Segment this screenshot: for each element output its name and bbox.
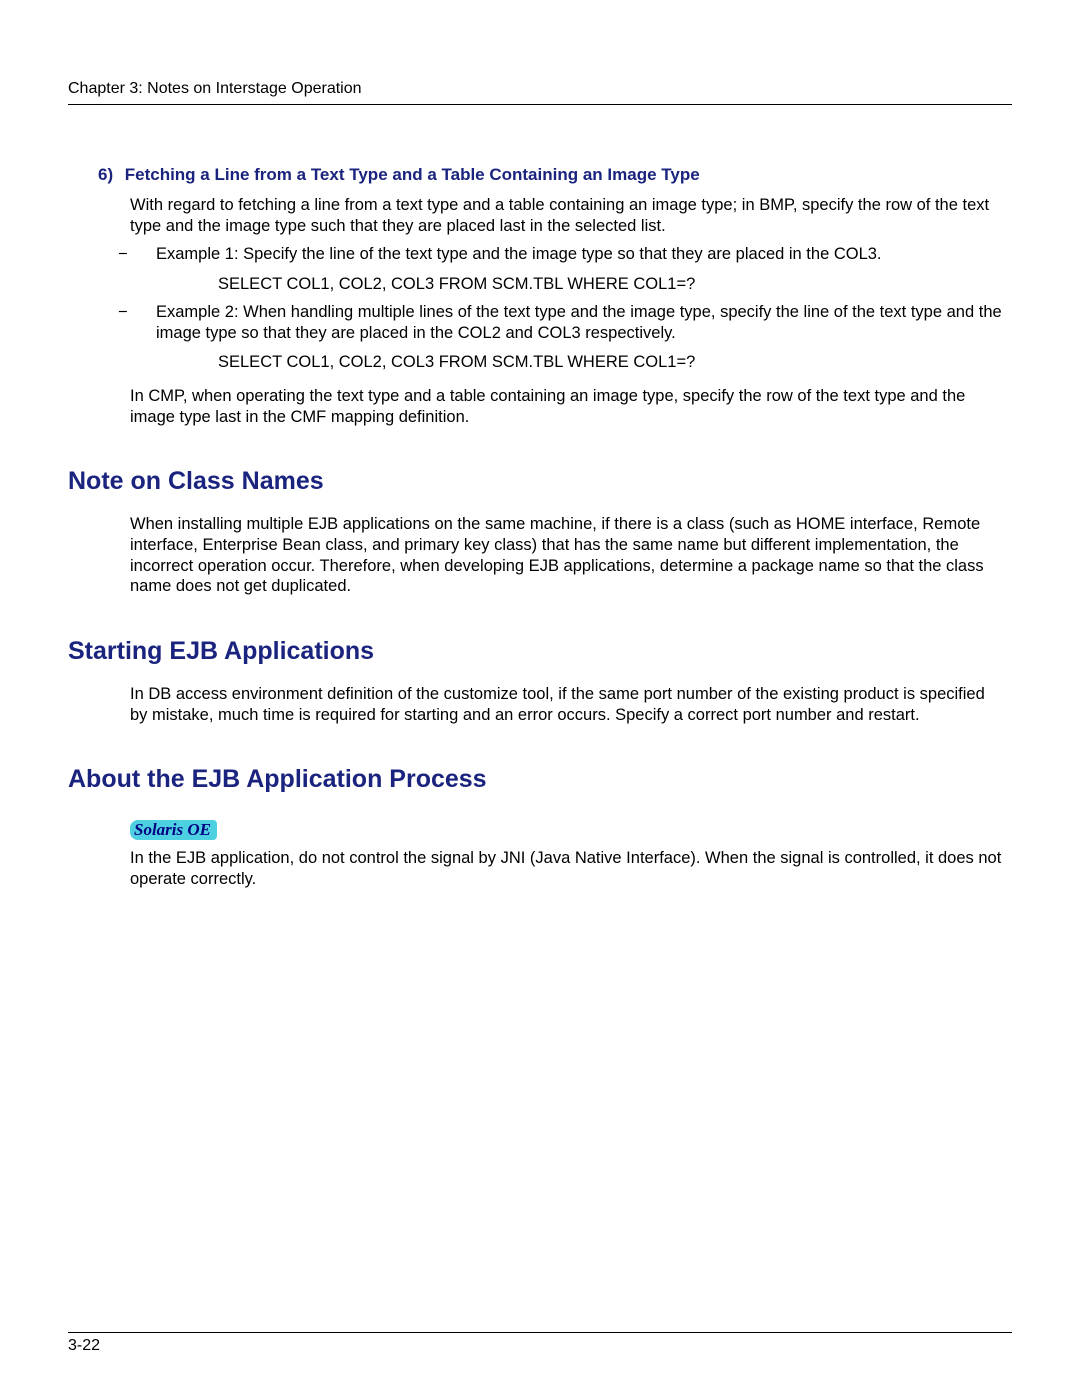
- section-6-outro: In CMP, when operating the text type and…: [130, 386, 1002, 427]
- about-ejb-heading: About the EJB Application Process: [68, 765, 1012, 794]
- section-6-intro: With regard to fetching a line from a te…: [130, 195, 1002, 236]
- example-1-code: SELECT COL1, COL2, COL3 FROM SCM.TBL WHE…: [218, 275, 1012, 294]
- starting-ejb-heading: Starting EJB Applications: [68, 637, 1012, 666]
- page-number: 3-22: [68, 1337, 100, 1355]
- about-ejb-body: In the EJB application, do not control t…: [130, 848, 1002, 889]
- note-class-heading: Note on Class Names: [68, 467, 1012, 496]
- solaris-badge: Solaris OE: [130, 820, 217, 840]
- section-6-number: 6): [98, 165, 120, 185]
- starting-ejb-body: In DB access environment definition of t…: [130, 684, 1002, 725]
- example-2-text: Example 2: When handling multiple lines …: [156, 302, 1002, 343]
- section-6-title: 6) Fetching a Line from a Text Type and …: [98, 165, 1012, 185]
- footer-rule: [68, 1332, 1012, 1333]
- example-1-text: Example 1: Specify the line of the text …: [156, 244, 882, 265]
- example-2-code: SELECT COL1, COL2, COL3 FROM SCM.TBL WHE…: [218, 353, 1012, 372]
- section-6-heading-text: Fetching a Line from a Text Type and a T…: [125, 165, 700, 184]
- dash-bullet-icon: −: [118, 302, 156, 343]
- dash-bullet-icon: −: [118, 244, 156, 265]
- example-2-item: − Example 2: When handling multiple line…: [118, 302, 1002, 343]
- note-class-body: When installing multiple EJB application…: [130, 514, 1002, 597]
- example-1-item: − Example 1: Specify the line of the tex…: [118, 244, 1002, 265]
- running-header: Chapter 3: Notes on Interstage Operation: [68, 80, 1012, 105]
